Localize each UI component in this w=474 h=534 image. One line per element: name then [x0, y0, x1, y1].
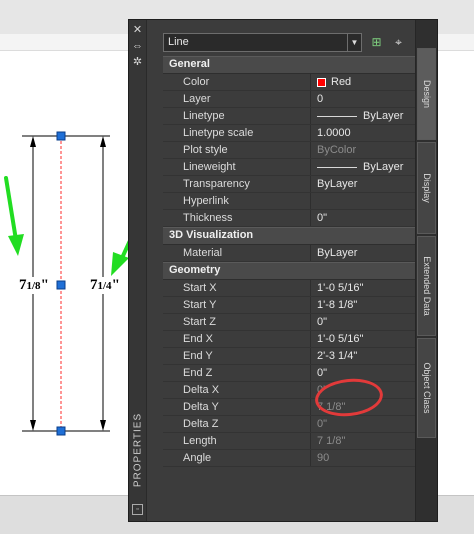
tab-extended-data[interactable]: Extended Data — [417, 236, 436, 336]
property-row[interactable]: End Y 2'-3 1/4" — [163, 348, 435, 365]
grip-mid[interactable] — [56, 280, 66, 290]
section-3d-visualization[interactable]: 3D Visualization – — [163, 227, 435, 245]
section-geometry[interactable]: Geometry – — [163, 262, 435, 280]
palette-title: PROPERTIES — [132, 412, 143, 488]
palette-toolbar: Line ▼ ⊞ ⌖ ⚲ — [163, 33, 435, 53]
property-row[interactable]: End Z 0" — [163, 365, 435, 382]
property-row[interactable]: Delta Y7 1/8" — [163, 399, 435, 416]
tab-display[interactable]: Display — [417, 142, 436, 234]
chevron-down-icon[interactable]: ▼ — [347, 34, 361, 51]
left-dim-arrow-bottom — [30, 420, 36, 431]
property-row[interactable]: Hyperlink — [163, 193, 435, 210]
property-row[interactable]: Angle 90 — [163, 450, 435, 467]
property-row[interactable]: Start Y 1'-8 1/8" — [163, 297, 435, 314]
select-objects-icon[interactable]: ⌖ — [390, 34, 407, 51]
toggle-pickadd-icon[interactable]: ⊞ — [368, 34, 385, 51]
object-type-select[interactable]: Line ▼ — [163, 33, 362, 52]
grip-start[interactable] — [56, 131, 66, 141]
linetype-preview-icon — [317, 115, 357, 117]
property-row[interactable]: Thickness 0" — [163, 210, 435, 227]
property-row[interactable]: Linetype ByLayer — [163, 108, 435, 125]
left-dimension-text: 71/8" — [19, 277, 49, 294]
right-dim-arrow-top — [100, 136, 106, 147]
grip-end[interactable] — [56, 426, 66, 436]
palette-resize-icon[interactable]: ▫ — [132, 504, 143, 515]
properties-palette[interactable]: ✕ ⇔ ✲ PROPERTIES ▫ Line ▼ ⊞ ⌖ ⚲ General … — [128, 19, 438, 522]
property-row[interactable]: End X 1'-0 5/16" — [163, 331, 435, 348]
property-row[interactable]: Linetype scale 1.0000 — [163, 125, 435, 142]
property-row[interactable]: Lineweight ByLayer — [163, 159, 435, 176]
property-row[interactable]: Delta X 0" — [163, 382, 435, 399]
property-row[interactable]: Start Z 0" — [163, 314, 435, 331]
tab-object-class[interactable]: Object Class — [417, 338, 436, 438]
green-arrow-right-head — [111, 252, 129, 276]
properties-grid: General – ColorRed Layer0 LinetypeByLaye… — [163, 56, 435, 467]
property-row[interactable]: Color Red — [163, 74, 435, 91]
color-swatch-icon — [317, 77, 326, 87]
right-dim-arrow-bottom — [100, 420, 106, 431]
palette-titlebar[interactable]: ✕ ⇔ ✲ PROPERTIES ▫ — [129, 20, 147, 521]
property-row[interactable]: Start X 1'-0 5/16" — [163, 280, 435, 297]
property-row[interactable]: Delta Z 0" — [163, 416, 435, 433]
property-row[interactable]: Material ByLayer — [163, 245, 435, 262]
lineweight-preview-icon — [317, 166, 357, 168]
properties-menu-icon[interactable]: ✲ — [131, 56, 144, 68]
property-row[interactable]: Layer 0 — [163, 91, 435, 108]
green-arrow-left-head — [8, 234, 24, 256]
right-dimension-text: 71/4" — [90, 277, 120, 294]
close-icon[interactable]: ✕ — [131, 24, 144, 36]
property-row[interactable]: Plot style ByColor — [163, 142, 435, 159]
property-row[interactable]: Transparency ByLayer — [163, 176, 435, 193]
property-row[interactable]: Length 7 1/8" — [163, 433, 435, 450]
section-general[interactable]: General – — [163, 56, 435, 74]
tab-design[interactable]: Design — [417, 48, 436, 140]
palette-tabs: Design Display Extended Data Object Clas… — [415, 20, 437, 521]
left-dim-arrow-top — [30, 136, 36, 147]
auto-hide-icon[interactable]: ⇔ — [131, 40, 144, 52]
green-arrow-left-shaft — [4, 176, 18, 242]
